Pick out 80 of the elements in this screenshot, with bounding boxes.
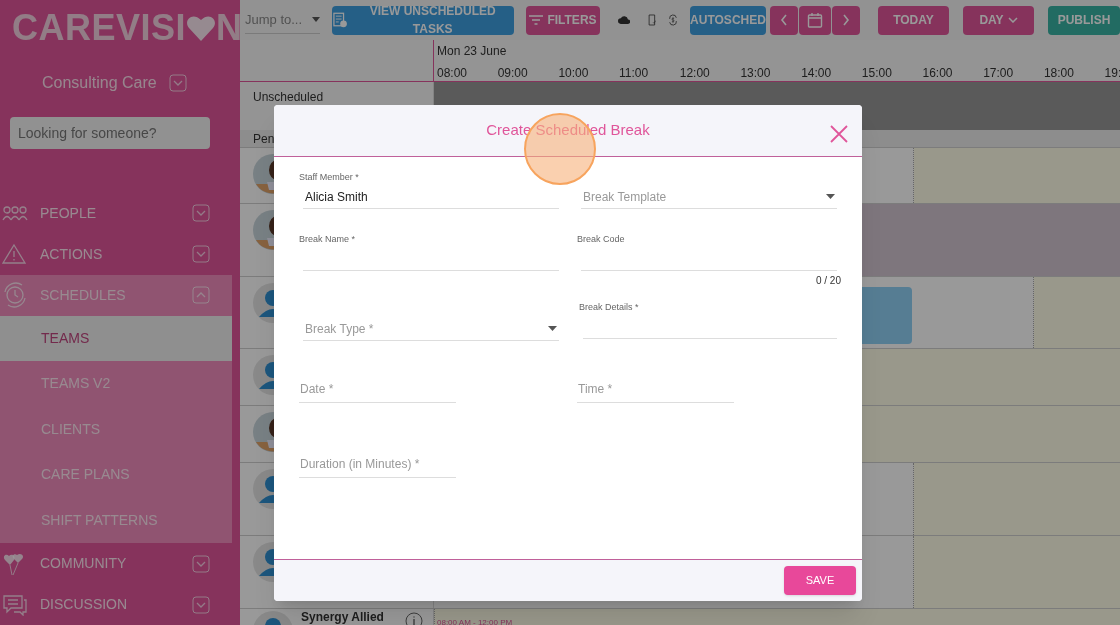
expand-icon[interactable] — [192, 245, 210, 263]
today-button[interactable]: TODAY — [878, 5, 949, 35]
select-placeholder: Break Type * — [305, 320, 374, 338]
nav-label: DISCUSSION — [40, 595, 129, 614]
logo-text: N — [216, 9, 243, 46]
warning-icon — [2, 243, 26, 265]
clock-icon — [2, 282, 28, 308]
caret-icon — [826, 194, 835, 199]
save-button[interactable]: SAVE — [784, 566, 856, 595]
date-label: Mon 23 June — [437, 43, 508, 60]
field-label: Break Name * — [299, 233, 357, 246]
field-label: Break Code — [577, 233, 626, 246]
cloud-icon[interactable] — [618, 13, 631, 27]
info-icon[interactable] — [405, 612, 423, 625]
organisation-name: Consulting Care — [42, 72, 157, 93]
text-field[interactable]: Date * — [299, 375, 456, 403]
hour-label: 08:00 — [437, 65, 469, 81]
search-field[interactable]: Looking for someone? — [10, 116, 210, 149]
character-counter: 0 / 20 — [815, 274, 841, 288]
hour-label: 18:00 — [1043, 65, 1075, 81]
hour-label: 17:00 — [983, 65, 1015, 81]
chevron-left-icon — [780, 14, 788, 26]
next-button[interactable] — [832, 5, 860, 35]
heart-icon — [186, 13, 217, 42]
text-field[interactable]: Duration (in Minutes) * — [299, 450, 456, 478]
nav-label: COMMUNITY — [40, 554, 128, 573]
expand-icon[interactable] — [192, 554, 210, 573]
caret-icon — [1007, 17, 1018, 23]
heart-balloons-icon — [2, 551, 26, 576]
field-label: Break Details * — [579, 301, 640, 314]
select-field[interactable]: Break Template — [581, 171, 837, 209]
caret-icon — [312, 17, 320, 22]
hour-label: 11:00 — [619, 65, 650, 81]
field-value: Alicia Smith — [305, 188, 368, 206]
hour-label: 10:00 — [558, 65, 590, 81]
jump-select[interactable]: Jump to... — [245, 6, 320, 34]
select-field[interactable]: Break Type * — [303, 303, 559, 341]
caret-icon — [548, 326, 557, 331]
calendar-icon — [807, 12, 823, 28]
unscheduled-label: Unscheduled — [253, 90, 324, 104]
chat-icon — [2, 593, 28, 616]
nav-item[interactable]: PEOPLE — [0, 192, 232, 234]
task-list-icon — [332, 12, 348, 28]
jump-placeholder: Jump to... — [245, 10, 303, 29]
hour-label: 19: — [1104, 65, 1120, 81]
autosched-button[interactable]: AUTOSCHED — [690, 5, 766, 35]
hour-label: 15:00 — [861, 65, 893, 81]
hour-label: 16:00 — [922, 65, 954, 81]
filters-button[interactable]: FILTERS — [526, 5, 600, 35]
nav-subitem[interactable]: TEAMS — [0, 315, 232, 361]
pending-label: Pen — [252, 131, 275, 147]
staff-name: Synergy Allied — [301, 611, 384, 624]
chevron-right-icon — [842, 14, 850, 26]
calendar-button[interactable] — [799, 5, 831, 35]
people-icon — [2, 204, 28, 222]
nav-item[interactable]: ACTIONS — [0, 233, 232, 275]
shift-time: 08:00 AM - 12:00 PM — [437, 617, 513, 625]
nav-item[interactable]: DISCUSSION — [0, 584, 232, 625]
nav-item[interactable]: COMMUNITY — [0, 543, 232, 584]
hour-label: 09:00 — [497, 65, 529, 81]
hour-label: 14:00 — [801, 65, 833, 81]
nav-label: ACTIONS — [40, 244, 104, 264]
close-icon[interactable] — [830, 125, 848, 143]
text-field[interactable]: Alicia Smith — [303, 185, 559, 209]
expand-icon[interactable] — [168, 73, 187, 92]
publish-button[interactable]: PUBLISH — [1048, 5, 1120, 35]
logo-text: CAREVISI — [12, 9, 187, 46]
collapse-icon[interactable] — [192, 286, 210, 304]
view-select[interactable]: DAY — [963, 5, 1034, 35]
select-placeholder: Break Template — [583, 188, 667, 206]
hour-label: 12:00 — [679, 65, 711, 81]
expand-icon[interactable] — [192, 204, 210, 222]
filter-icon — [529, 15, 544, 25]
text-field[interactable]: Time * — [577, 375, 734, 403]
previous-button[interactable] — [770, 5, 798, 35]
nav-label: PEOPLE — [40, 203, 98, 223]
field-label: Staff Member * — [299, 171, 360, 184]
expand-icon[interactable] — [192, 595, 210, 614]
view-unscheduled-button[interactable]: VIEW UNSCHEDULED TASKS — [332, 5, 514, 35]
hour-label: 13:00 — [740, 65, 772, 81]
